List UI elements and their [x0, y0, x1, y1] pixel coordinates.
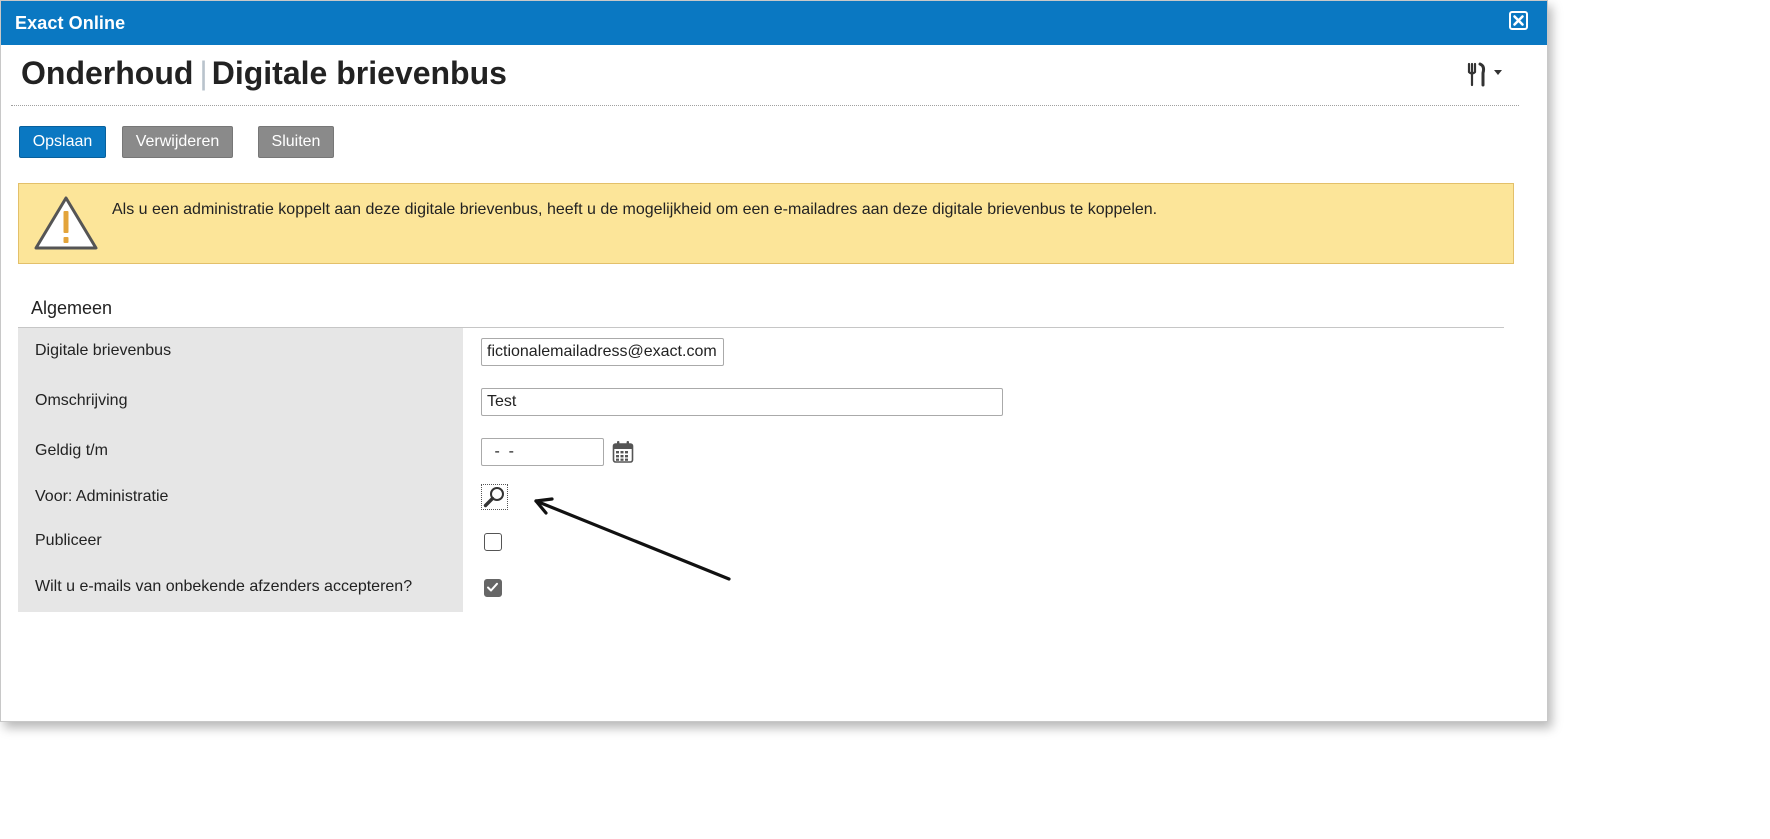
mailbox-input[interactable] [481, 338, 724, 366]
description-label: Omschrijving [35, 392, 128, 409]
calendar-icon[interactable] [612, 440, 634, 469]
page-title-name: Digitale brievenbus [211, 55, 507, 91]
warning-banner: Als u een administratie koppelt aan deze… [18, 183, 1514, 264]
publish-checkbox[interactable] [484, 533, 502, 551]
page-title-section: Onderhoud [21, 55, 194, 91]
tools-icon [1467, 62, 1502, 87]
dialog-window: Exact Online Onderhoud | Digitale brievenb… [0, 0, 1548, 722]
magnifier-icon[interactable] [481, 484, 508, 510]
title-bar: Exact Online [1, 1, 1547, 45]
header-divider [11, 105, 1519, 106]
annotation-arrow [526, 491, 736, 591]
close-icon[interactable] [1509, 11, 1528, 30]
delete-button[interactable]: Verwijderen [122, 126, 233, 158]
checkmark-icon [487, 582, 498, 592]
accept-unknown-label: Wilt u e-mails van onbekende afzenders a… [35, 578, 413, 595]
accept-unknown-checkbox[interactable] [484, 579, 502, 597]
page-title: Onderhoud | Digitale brievenbus [21, 55, 507, 92]
warning-text: Als u een administratie koppelt aan deze… [112, 201, 1158, 218]
description-input[interactable] [481, 388, 1003, 416]
administration-label: Voor: Administratie [35, 488, 169, 505]
app-title: Exact Online [15, 13, 126, 33]
section-title: Algemeen [31, 298, 113, 318]
valid-until-label: Geldig t/m [35, 442, 108, 459]
warning-triangle-icon [33, 195, 99, 256]
tools-menu-button[interactable] [1465, 61, 1507, 89]
save-button[interactable]: Opslaan [19, 126, 106, 158]
form-label-column [18, 328, 463, 612]
mailbox-label: Digitale brievenbus [35, 342, 172, 359]
title-separator: | [199, 55, 208, 91]
publish-label: Publiceer [35, 532, 102, 549]
close-button[interactable]: Sluiten [258, 126, 334, 158]
valid-until-date-input[interactable] [481, 438, 604, 466]
